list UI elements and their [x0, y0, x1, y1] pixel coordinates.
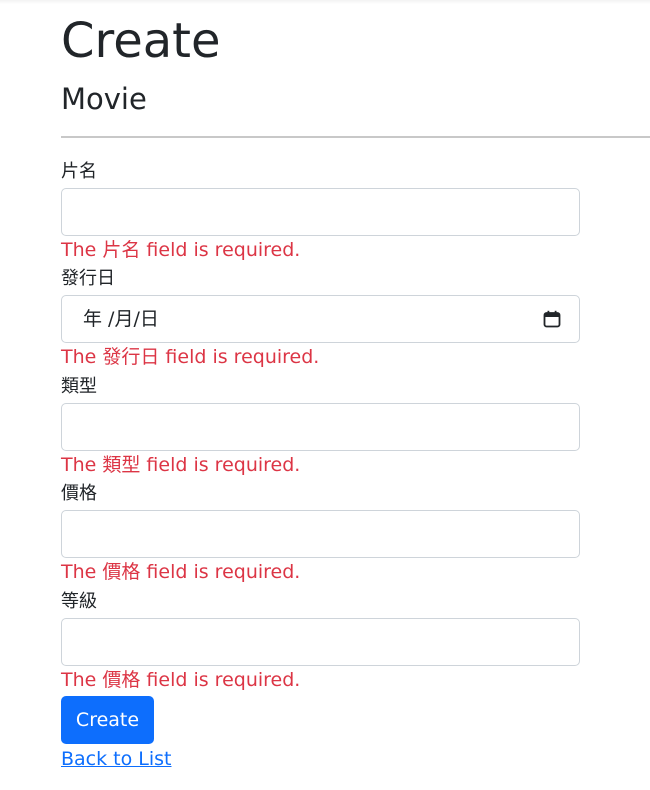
- genre-error: The 類型 field is required.: [61, 454, 301, 476]
- release-date-error: The 發行日 field is required.: [61, 346, 320, 368]
- form-group-release-date: 發行日 年 /月/日 The 發行日 field is required.: [61, 267, 580, 369]
- price-label: 價格: [61, 483, 97, 504]
- page-title: Create: [61, 13, 221, 69]
- form-group-price: 價格 The 價格 field is required.: [61, 482, 580, 584]
- price-input[interactable]: [61, 510, 580, 558]
- genre-label: 類型: [61, 376, 97, 397]
- title-input[interactable]: [61, 188, 580, 236]
- form-group-title: 片名 The 片名 field is required.: [61, 160, 580, 262]
- price-error: The 價格 field is required.: [61, 561, 301, 583]
- calendar-icon[interactable]: [543, 310, 561, 328]
- title-error: The 片名 field is required.: [61, 239, 301, 261]
- release-date-input[interactable]: 年 /月/日: [61, 295, 580, 343]
- rating-input[interactable]: [61, 618, 580, 666]
- rating-label: 等級: [61, 591, 97, 612]
- release-date-label: 發行日: [61, 268, 115, 289]
- rating-error: The 價格 field is required.: [61, 669, 301, 691]
- form-group-genre: 類型 The 類型 field is required.: [61, 375, 580, 477]
- genre-input[interactable]: [61, 403, 580, 451]
- top-edge: [0, 0, 650, 4]
- release-date-value[interactable]: 年 /月/日: [83, 307, 159, 331]
- title-label: 片名: [61, 161, 97, 182]
- create-button[interactable]: Create: [61, 696, 154, 744]
- page-subtitle: Movie: [61, 82, 147, 116]
- back-to-list-link[interactable]: Back to List: [61, 746, 172, 772]
- divider: [61, 136, 650, 138]
- form-group-rating: 等級 The 價格 field is required.: [61, 590, 580, 692]
